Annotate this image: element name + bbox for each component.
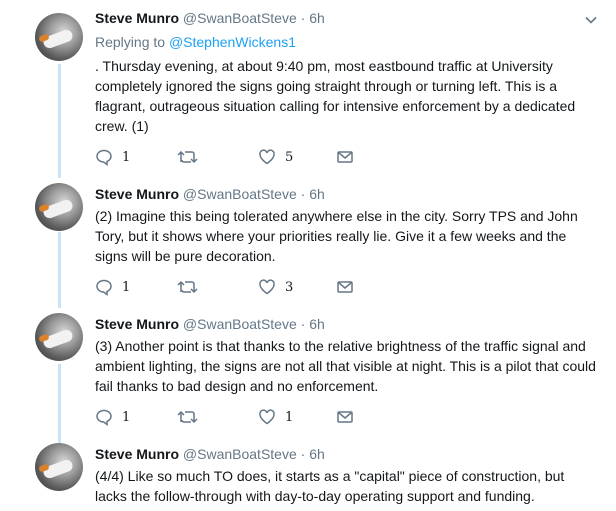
like-count: 3 — [285, 279, 294, 295]
avatar[interactable] — [35, 313, 83, 361]
author-name[interactable]: Steve Munro — [95, 316, 179, 332]
tweet-header: Steve Munro @SwanBoatSteve · 6h — [95, 186, 325, 202]
message-button[interactable] — [336, 277, 354, 297]
reply-context: Replying to @StephenWickens1 — [95, 34, 296, 50]
like-button[interactable]: 3 — [258, 277, 293, 297]
like-count: 5 — [285, 149, 294, 165]
tweet-header: Steve Munro @SwanBoatSteve · 6h — [95, 316, 325, 332]
retweet-button[interactable] — [177, 277, 199, 297]
message-icon — [337, 151, 353, 163]
separator: · — [300, 186, 306, 202]
tweet[interactable]: Steve Munro @SwanBoatSteve · 6h (4/4) Li… — [0, 440, 616, 511]
retweet-icon — [177, 280, 198, 294]
avatar[interactable] — [35, 13, 83, 61]
author-name[interactable]: Steve Munro — [95, 186, 179, 202]
like-icon — [259, 409, 275, 425]
reply-icon — [96, 409, 112, 426]
caret-down-icon[interactable] — [584, 13, 598, 27]
author-handle[interactable]: @SwanBoatSteve — [183, 10, 297, 26]
like-button[interactable]: 5 — [258, 147, 293, 167]
reply-count: 1 — [122, 409, 131, 425]
avatar[interactable] — [35, 443, 83, 491]
reply-icon — [96, 279, 112, 296]
author-handle[interactable]: @SwanBoatSteve — [183, 316, 297, 332]
message-button[interactable] — [336, 147, 354, 167]
like-icon — [259, 279, 275, 295]
retweet-icon — [177, 410, 198, 424]
tweet[interactable]: Steve Munro @SwanBoatSteve · 6h Replying… — [0, 0, 616, 180]
message-icon — [337, 281, 353, 293]
reply-target-link[interactable]: @StephenWickens1 — [169, 34, 296, 50]
tweet-text: (3) Another point is that thanks to the … — [95, 338, 596, 394]
separator: · — [300, 10, 306, 26]
retweet-button[interactable] — [177, 407, 199, 427]
timestamp[interactable]: 6h — [309, 446, 325, 462]
reply-count: 1 — [122, 149, 131, 165]
tweet-text: . Thursday evening, at about 9:40 pm, mo… — [95, 58, 576, 134]
reply-icon — [96, 149, 112, 166]
tweet[interactable]: Steve Munro @SwanBoatSteve · 6h (3) Anot… — [0, 310, 616, 440]
reply-button[interactable]: 1 — [95, 407, 130, 427]
timestamp[interactable]: 6h — [309, 10, 325, 26]
message-button[interactable] — [336, 407, 354, 427]
retweet-button[interactable] — [177, 147, 199, 167]
reply-prefix: Replying to — [95, 34, 166, 50]
like-count: 1 — [285, 409, 294, 425]
reply-button[interactable]: 1 — [95, 277, 130, 297]
tweet-actions: 1 3 — [95, 277, 395, 297]
tweet-header: Steve Munro @SwanBoatSteve · 6h — [95, 446, 325, 462]
author-handle[interactable]: @SwanBoatSteve — [183, 186, 297, 202]
author-name[interactable]: Steve Munro — [95, 10, 179, 26]
separator: · — [300, 316, 306, 332]
like-button[interactable]: 1 — [258, 407, 293, 427]
like-icon — [259, 149, 275, 165]
retweet-icon — [177, 150, 198, 164]
tweet-actions: 1 5 — [95, 147, 395, 167]
author-name[interactable]: Steve Munro — [95, 446, 179, 462]
tweet-actions: 1 1 — [95, 407, 395, 427]
tweet-text: (2) Imagine this being tolerated anywher… — [95, 208, 578, 264]
timestamp[interactable]: 6h — [309, 316, 325, 332]
tweet-header: Steve Munro @SwanBoatSteve · 6h — [95, 10, 325, 26]
reply-count: 1 — [122, 279, 131, 295]
author-handle[interactable]: @SwanBoatSteve — [183, 446, 297, 462]
reply-button[interactable]: 1 — [95, 147, 130, 167]
separator: · — [300, 446, 306, 462]
message-icon — [337, 411, 353, 423]
tweet[interactable]: Steve Munro @SwanBoatSteve · 6h (2) Imag… — [0, 180, 616, 310]
avatar[interactable] — [35, 183, 83, 231]
tweet-text: (4/4) Like so much TO does, it starts as… — [95, 468, 565, 504]
timestamp[interactable]: 6h — [309, 186, 325, 202]
